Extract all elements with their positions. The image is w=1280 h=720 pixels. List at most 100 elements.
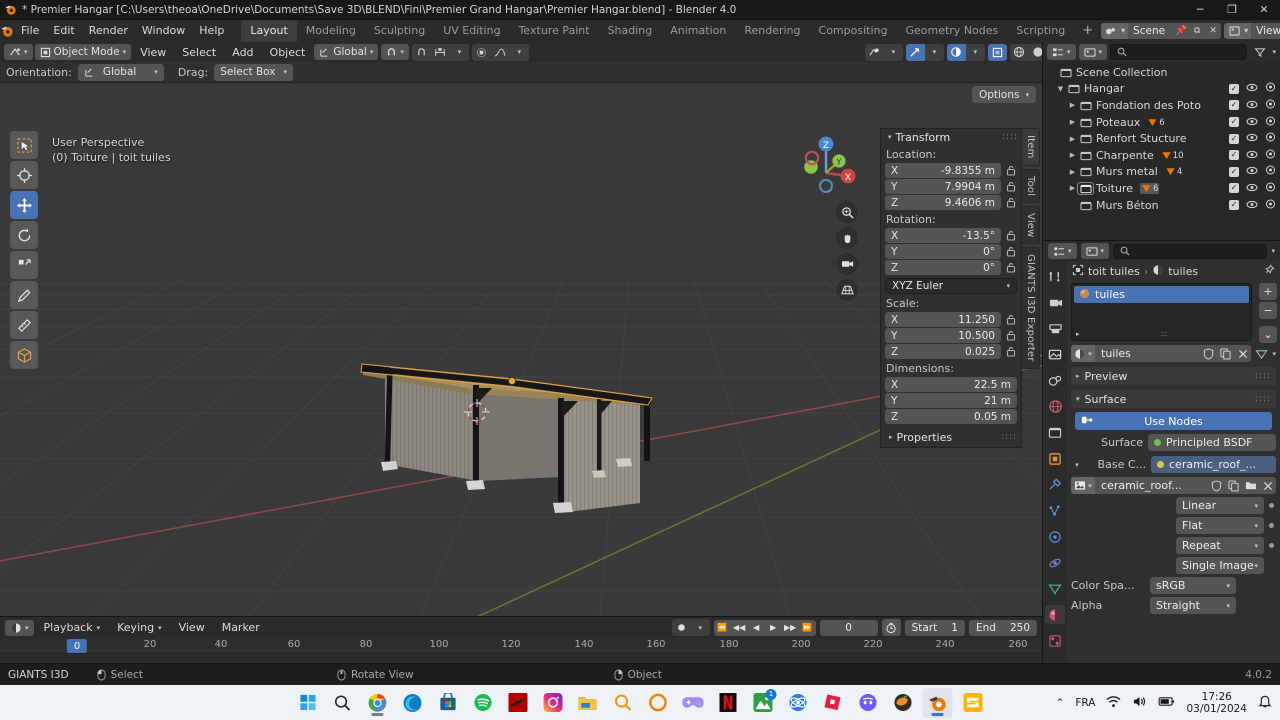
tab-object-data-properties[interactable]: [1045, 579, 1065, 598]
fl-studio-button[interactable]: [888, 688, 918, 718]
camera-icon[interactable]: [1265, 99, 1276, 112]
alpha-dropdown[interactable]: Straight ▾: [1150, 597, 1236, 614]
surface-panel-header[interactable]: ▾ Surface ::::: [1071, 390, 1276, 408]
item-expand-icon[interactable]: ▶: [1067, 184, 1078, 192]
next-keyframe-button[interactable]: ▶▶: [782, 620, 799, 636]
pin-id-icon[interactable]: [1263, 263, 1275, 279]
timeline-playhead[interactable]: 0: [66, 639, 88, 653]
unlink-scene-icon[interactable]: ✕: [1205, 23, 1221, 39]
location-x-field[interactable]: X -9.8355 m: [885, 163, 1001, 178]
duplicate-image-icon[interactable]: [1225, 477, 1242, 494]
animate-property-icon[interactable]: [1269, 523, 1274, 528]
lock-scale-x-icon[interactable]: [1004, 313, 1017, 326]
material-data-icon[interactable]: [1253, 345, 1270, 362]
sketchup-button[interactable]: [958, 688, 988, 718]
lock-location-z-icon[interactable]: [1004, 196, 1017, 209]
tool-select-box[interactable]: [10, 131, 38, 159]
material-slot-item[interactable]: tuiles: [1074, 286, 1249, 303]
jump-to-start-button[interactable]: ⏪: [714, 620, 731, 636]
lock-rotation-x-icon[interactable]: [1004, 229, 1017, 242]
timeline-keyframe-track[interactable]: [0, 654, 1042, 663]
tab-tool-properties[interactable]: [1045, 267, 1065, 286]
texture-datablock-field[interactable]: ▾ ceramic_roof...: [1071, 477, 1276, 494]
tab-modeling[interactable]: Modeling: [297, 20, 365, 42]
material-browse-icon[interactable]: ▾: [1071, 345, 1095, 362]
auto-keying-icon[interactable]: [672, 619, 691, 636]
material-slot-list[interactable]: tuiles ▸ ::::: [1071, 283, 1252, 341]
pin-scene-icon[interactable]: 📌: [1173, 23, 1189, 39]
animate-property-icon[interactable]: [1269, 503, 1274, 508]
n-tab-tool[interactable]: Tool: [1022, 168, 1040, 203]
unlink-image-icon[interactable]: [1259, 477, 1276, 494]
menu-edit[interactable]: Edit: [46, 20, 81, 42]
menu-render[interactable]: Render: [82, 20, 135, 42]
camera-icon[interactable]: [1265, 132, 1276, 145]
checkbox-icon[interactable]: ✓: [1229, 117, 1239, 128]
tab-collection-properties[interactable]: [1045, 423, 1065, 442]
properties-search-input[interactable]: [1113, 243, 1268, 259]
tab-texture-properties[interactable]: [1045, 631, 1065, 650]
lock-rotation-z-icon[interactable]: [1004, 261, 1017, 274]
tab-compositing[interactable]: Compositing: [810, 20, 897, 42]
dimensions-y-field[interactable]: Y 21 m: [885, 393, 1017, 408]
current-frame-field[interactable]: 0: [819, 619, 878, 636]
outliner-row-hangar[interactable]: ▼ Hangar ✓: [1043, 81, 1280, 98]
camera-icon[interactable]: [1265, 116, 1276, 129]
checkbox-icon[interactable]: ✓: [1229, 133, 1239, 144]
timeline-menu-view[interactable]: View: [172, 619, 212, 637]
transform-panel-header[interactable]: ▾ Transform ::::: [881, 129, 1021, 145]
minimize-button[interactable]: ─: [1184, 0, 1216, 20]
tab-scripting[interactable]: Scripting: [1007, 20, 1074, 42]
outliner-search-input[interactable]: [1110, 44, 1248, 60]
auto-keying-caret-icon[interactable]: ▾: [691, 619, 710, 636]
projection-dropdown[interactable]: Flat ▾: [1176, 517, 1264, 534]
eye-icon[interactable]: [1246, 199, 1258, 212]
wireframe-shading-icon[interactable]: [1010, 44, 1029, 61]
material-datablock-field[interactable]: ▾ tuiles: [1071, 345, 1252, 362]
notifications-icon[interactable]: [1258, 694, 1272, 711]
color-space-dropdown[interactable]: sRGB ▾: [1150, 577, 1236, 594]
camera-icon[interactable]: [1265, 149, 1276, 162]
frame-end-field[interactable]: End 250: [968, 619, 1037, 636]
firefox-orange-button[interactable]: [643, 688, 673, 718]
falloff-caret-icon[interactable]: ▾: [510, 44, 529, 61]
scale-x-field[interactable]: X 11.250: [885, 312, 1001, 327]
n-tab-item[interactable]: Item: [1022, 128, 1040, 166]
viewport-menu-object[interactable]: Object: [263, 43, 313, 61]
eye-icon[interactable]: [1246, 149, 1258, 162]
toggle-perspective-icon[interactable]: [836, 279, 858, 301]
timeline-editor-type-selector[interactable]: ▾: [5, 619, 34, 636]
game-controller-button[interactable]: [678, 688, 708, 718]
outliner-editor-type-selector[interactable]: ▾: [1047, 44, 1076, 60]
epic-blue-button[interactable]: [783, 688, 813, 718]
tray-language-label[interactable]: FRA: [1075, 697, 1095, 709]
lock-rotation-y-icon[interactable]: [1004, 245, 1017, 258]
viewport-menu-view[interactable]: View: [133, 43, 173, 61]
overlays-caret-icon[interactable]: ▾: [966, 44, 985, 61]
transform-orientation-selector[interactable]: Global ▾: [314, 44, 379, 60]
tab-texture-paint[interactable]: Texture Paint: [510, 20, 599, 42]
tab-physics-properties[interactable]: [1045, 527, 1065, 546]
drag-dropdown[interactable]: Select Box ▾: [214, 63, 293, 81]
show-gizmo-icon[interactable]: [905, 43, 925, 61]
menu-file[interactable]: File: [14, 20, 46, 42]
unlink-material-icon[interactable]: [1234, 345, 1251, 362]
edge-button[interactable]: [398, 688, 428, 718]
image-browse-icon[interactable]: ▾: [1071, 477, 1095, 494]
checkbox-icon[interactable]: ✓: [1229, 183, 1239, 194]
rotation-z-field[interactable]: Z 0°: [885, 260, 1001, 275]
checkbox-icon[interactable]: ✓: [1229, 166, 1239, 177]
new-scene-icon[interactable]: ⧉: [1189, 23, 1205, 39]
viewport-menu-select[interactable]: Select: [175, 43, 223, 61]
properties-subpanel-header[interactable]: ▸ Properties ::::: [881, 428, 1021, 445]
viewport-menu-add[interactable]: Add: [225, 43, 260, 61]
camera-icon[interactable]: [1265, 165, 1276, 178]
object-visibility-icon[interactable]: [865, 44, 884, 61]
outliner-filter-caret-icon[interactable]: ▾: [1272, 48, 1276, 56]
eye-icon[interactable]: [1246, 165, 1258, 178]
tab-sculpting[interactable]: Sculpting: [365, 20, 434, 42]
outliner-tree[interactable]: Scene Collection ▼ Hangar ✓ ▶ Fondation …: [1043, 62, 1280, 240]
lock-location-y-icon[interactable]: [1004, 180, 1017, 193]
dimensions-x-field[interactable]: X 22.5 m: [885, 377, 1017, 392]
rotation-mode-dropdown[interactable]: XYZ Euler ▾: [885, 278, 1017, 294]
